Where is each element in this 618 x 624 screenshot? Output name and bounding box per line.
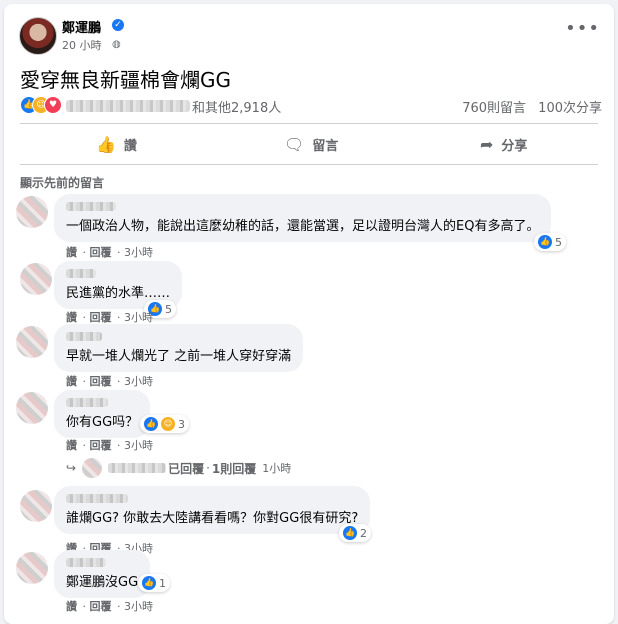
replier-avatar [82, 458, 103, 478]
like-label: 讚 [123, 138, 137, 154]
commenter-name[interactable] [66, 398, 108, 407]
post-card: 鄭運鵬 ✓ 20 小時 ◍ ••• 愛穿無良新疆棉會爛GG 👍 ☺ ♥ 和其他2… [4, 4, 614, 624]
comment-bubble: 早就一堆人爛光了 之前一堆人穿好穿滿 [54, 324, 304, 372]
comment-text: 民進黨的水準…… [66, 286, 171, 301]
replier-name [108, 463, 167, 473]
reaction-count: 3 [178, 417, 185, 431]
comment-bubble: 誰爛GG? 你敢去大陸講看看嗎？你對GG很有研究? [54, 486, 371, 534]
comment-bubble: 你有GG吗？ [54, 390, 151, 438]
comment-icon: 🗨 [284, 134, 305, 154]
comment-like-link[interactable]: 讚 [66, 375, 77, 388]
comment-reply-link[interactable]: 回覆 [90, 375, 112, 388]
comment-reactions[interactable]: 👍 2 [339, 524, 371, 542]
comment-bubble: 一個政治人物，能說出這麼幼稚的話，還能當選，足以證明台灣人的EQ有多高了。 [54, 194, 552, 242]
commenter-avatar[interactable] [16, 552, 48, 584]
commenter-name[interactable] [66, 558, 106, 567]
comment-time[interactable]: 3小時 [124, 600, 153, 613]
comment-text: 你有GG吗？ [66, 415, 139, 430]
reply-time: 1小時 [262, 462, 292, 475]
reaction-count: 2 [360, 526, 367, 540]
love-reaction-icon: ♥ [44, 96, 62, 114]
commenter-avatar[interactable] [20, 263, 52, 295]
comment-like-link[interactable]: 讚 [66, 439, 77, 452]
more-options-icon[interactable]: ••• [565, 18, 600, 39]
comment-reply-link[interactable]: 回覆 [90, 311, 112, 324]
replied-label: 已回覆 [168, 461, 205, 476]
commenter-name[interactable] [66, 269, 96, 278]
comment-reply-link[interactable]: 回覆 [90, 439, 112, 452]
comment-text: 一個政治人物，能說出這麼幼稚的話，還能當選，足以證明台灣人的EQ有多高了。 [66, 219, 540, 234]
comment-label: 留言 [312, 138, 339, 154]
share-label: 分享 [501, 138, 528, 154]
view-replies-row[interactable]: ↪ 已回覆 · 1則回覆 1小時 [66, 458, 291, 478]
commenter-name[interactable] [66, 332, 102, 341]
comment-reply-link[interactable]: 回覆 [90, 600, 112, 613]
comment-reactions[interactable]: 👍 5 [534, 233, 566, 251]
commenter-avatar[interactable] [16, 392, 48, 424]
comment-text: 早就一堆人爛光了 之前一堆人穿好穿滿 [66, 349, 292, 364]
post-text: 愛穿無良新疆棉會爛GG [20, 68, 231, 92]
comment-like-link[interactable]: 讚 [66, 600, 77, 613]
like-reaction-icon: 👍 [538, 235, 552, 249]
comment-time[interactable]: 3小時 [124, 439, 153, 452]
comment-reactions[interactable]: 👍 1 [138, 574, 170, 592]
comment-time[interactable]: 3小時 [124, 246, 153, 259]
commenter-avatar[interactable] [16, 326, 48, 358]
thumbs-up-icon: 👍 [96, 134, 116, 154]
reaction-count: 1 [159, 576, 166, 590]
comments-count[interactable]: 760則留言 [462, 101, 526, 116]
comment-text: 鄭運鵬沒GG [66, 575, 139, 590]
reply-count-link[interactable]: 1則回覆 [212, 460, 256, 477]
shares-count[interactable]: 100次分享 [538, 101, 602, 116]
divider [20, 164, 598, 165]
like-button[interactable]: 👍 讚 [96, 129, 137, 159]
comment-actions: 讚 · 回覆 · 3小時 [66, 311, 153, 324]
verified-icon: ✓ [112, 19, 124, 31]
haha-reaction-icon: ☺ [161, 417, 175, 431]
reaction-count: 5 [555, 235, 562, 249]
commenter-name[interactable] [66, 494, 128, 503]
comment-actions: 讚 · 回覆 · 3小時 [66, 246, 153, 259]
comment-actions: 讚 · 回覆 · 3小時 [66, 439, 153, 452]
like-reaction-icon: 👍 [343, 526, 357, 540]
author-name[interactable]: 鄭運鵬 [62, 17, 101, 36]
comment-actions: 讚 · 回覆 · 3小時 [66, 375, 153, 388]
comment-like-link[interactable]: 讚 [66, 311, 77, 324]
share-button[interactable]: ➦ 分享 [480, 129, 527, 159]
globe-icon: ◍ [112, 39, 121, 50]
comment-reply-link[interactable]: 回覆 [90, 246, 112, 259]
comment-bubble: 鄭運鵬沒GG [54, 550, 151, 598]
post-counts: 760則留言 100次分享 [462, 97, 602, 116]
comment-time[interactable]: 3小時 [124, 311, 153, 324]
like-reaction-icon: 👍 [142, 576, 156, 590]
commenter-name[interactable] [66, 202, 116, 211]
comment-reactions[interactable]: 👍 ☺ 3 [140, 415, 189, 433]
commenter-avatar[interactable] [16, 196, 48, 228]
comment-time[interactable]: 3小時 [124, 375, 153, 388]
post-time[interactable]: 20 小時 [62, 37, 102, 53]
share-icon: ➦ [480, 134, 494, 154]
reply-arrow-icon: ↪ [66, 461, 77, 475]
reaction-count: 5 [165, 302, 172, 316]
divider [20, 123, 598, 124]
view-previous-comments[interactable]: 顯示先前的留言 [20, 174, 104, 191]
blurred-names [66, 100, 190, 112]
comment-button[interactable]: 🗨 留言 [284, 129, 338, 159]
comment-like-link[interactable]: 讚 [66, 246, 77, 259]
comment-text: 誰爛GG? 你敢去大陸講看看嗎？你對GG很有研究? [66, 511, 359, 526]
reaction-others[interactable]: 和其他2,918人 [192, 97, 281, 116]
commenter-avatar[interactable] [20, 490, 52, 522]
author-avatar[interactable] [19, 17, 57, 55]
like-reaction-icon: 👍 [144, 417, 158, 431]
